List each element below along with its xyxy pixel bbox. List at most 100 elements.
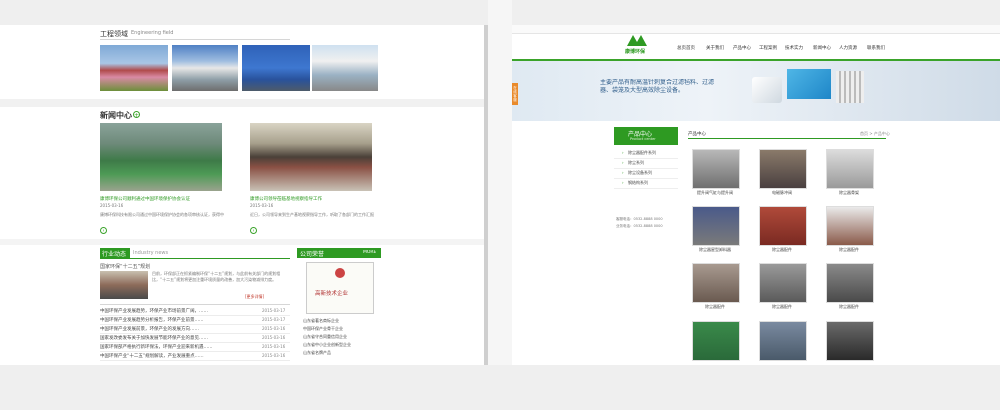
nav-item-1[interactable]: 关于我们: [706, 45, 724, 51]
news-summary-1: 康博环保科技有限公司通过中国环境保护协会的各项审核认证，获得中国环保产品认证证书…: [100, 212, 224, 217]
industry-list-item[interactable]: 国家环保部严格执行新环保法，环保产业迎来新机遇……: [100, 344, 250, 350]
nav-item-3[interactable]: 工程案例: [759, 45, 777, 51]
engineering-photo-1[interactable]: [100, 45, 168, 91]
banner-filter-blue: [787, 69, 831, 99]
left-scrollbar[interactable]: [484, 25, 488, 365]
industry-list-date: 2015-03-16: [262, 335, 286, 340]
product-thumb[interactable]: [759, 206, 807, 246]
arrow-right-icon: ›: [622, 170, 624, 175]
industry-title-tab[interactable]: 行业动态: [100, 248, 130, 258]
news-photo-1[interactable]: [100, 123, 222, 191]
nav-item-6[interactable]: 人力资源: [839, 45, 857, 51]
nav-item-4[interactable]: 技术实力: [785, 45, 803, 51]
product-caption[interactable]: 除尘器骨架: [822, 190, 876, 196]
nav-item-0[interactable]: 总页首页: [677, 45, 695, 51]
engineering-subtitle: Engineering field: [131, 30, 174, 36]
industry-feature-text: 目前，环保部正在抓紧编制环保“十二五”规划，与此前有关部门的规划相比，“十二五”…: [152, 271, 281, 282]
logo-icon[interactable]: [625, 33, 649, 47]
industry-list-divider: [100, 342, 290, 343]
sidebar-item-2[interactable]: › 除尘设备系列: [614, 169, 678, 179]
plus-circle-icon[interactable]: +: [133, 111, 140, 119]
honor-list-item[interactable]: 中国环保产业骨干企业: [303, 326, 381, 332]
news-headline-2[interactable]: 康博公司领导莅临基地视察指导工作: [250, 196, 380, 202]
news-title: 新闻中心: [100, 111, 132, 120]
arrow-right-icon: ›: [622, 160, 624, 165]
sidebar-item-label: 除尘系列: [628, 160, 644, 165]
product-caption[interactable]: 提升阀气缸与提升阀: [688, 190, 742, 196]
product-caption[interactable]: 除尘器配件: [688, 304, 742, 310]
industry-list-item[interactable]: 中国环保产业发展前景，环保产业的发展方向……: [100, 326, 250, 332]
content-title: 产品中心: [688, 132, 706, 137]
sidebar-item-label: 除尘器配件系列: [628, 150, 656, 155]
engineering-photo-2[interactable]: [172, 45, 238, 91]
nav-item-2[interactable]: 产品中心: [733, 45, 751, 51]
industry-list-item[interactable]: 中国环保产业发展趋势，环保产业市场前景广阔，……: [100, 308, 250, 314]
industry-list-date: 2015-03-16: [262, 326, 286, 331]
banner-text: 主要产品有耐高温针刺复合过滤毡料、过滤器、袋笼及大型高效除尘设备。: [600, 79, 715, 94]
news-date-1: 2015-03-16: [100, 203, 124, 208]
industry-feature-title[interactable]: 国家环保“十二五”规划: [100, 263, 150, 270]
sidebar-item-1[interactable]: › 除尘系列: [614, 159, 678, 169]
industry-list-divider: [100, 351, 290, 352]
sidebar-subtitle: Product center: [630, 137, 656, 141]
industry-title: 行业动态: [102, 251, 127, 258]
industry-list-item[interactable]: 中国环保产业发展趋势分析报告，环保产业前景……: [100, 317, 250, 323]
sidebar-item-label: 除尘设备系列: [628, 170, 652, 175]
engineering-photo-4[interactable]: [312, 45, 378, 91]
news-summary-2: 近日，公司领导来到生产基地视察指导工作，听取了各部门的工作汇报并作出重要指示。: [250, 212, 374, 217]
product-thumb[interactable]: [692, 321, 740, 361]
logo-text[interactable]: 康博环保: [625, 48, 645, 55]
banner-bag-filter: [836, 71, 864, 103]
engineering-photo-3[interactable]: [242, 45, 310, 91]
product-thumb[interactable]: [692, 149, 740, 189]
product-thumb[interactable]: [692, 206, 740, 246]
news-more-icon-1[interactable]: ›: [100, 227, 107, 234]
product-caption[interactable]: 除尘器配件: [822, 304, 876, 310]
industry-list-item[interactable]: 中国环保产业“十二五”规划解读，产业发展重点……: [100, 353, 250, 359]
certificate-seal-icon: [335, 268, 345, 278]
honor-list-item[interactable]: 山东省守合同重信用企业: [303, 334, 381, 340]
industry-more-link[interactable]: [更多详情]: [245, 294, 264, 300]
product-caption[interactable]: 除尘器星型卸料器: [688, 247, 742, 253]
honor-list-item[interactable]: 山东省著名商标企业: [303, 318, 381, 324]
product-thumb[interactable]: [826, 206, 874, 246]
product-caption[interactable]: 除尘器配件: [755, 304, 809, 310]
product-caption[interactable]: 电磁脉冲阀: [755, 190, 809, 196]
news-more-icon-2[interactable]: ›: [250, 227, 257, 234]
product-caption[interactable]: 除尘器配件: [755, 247, 809, 253]
product-thumb[interactable]: [826, 321, 874, 361]
product-thumb[interactable]: [759, 149, 807, 189]
honors-title: 公司荣誉: [300, 251, 325, 258]
sidebar-item-3[interactable]: › 钢结构系列: [614, 179, 678, 189]
honors-more-link[interactable]: MORE: [363, 250, 376, 255]
product-caption[interactable]: 除尘器配件: [822, 247, 876, 253]
product-thumb[interactable]: [826, 149, 874, 189]
industry-list-divider: [100, 315, 290, 316]
breadcrumb[interactable]: 首页 > 产品中心: [860, 131, 890, 137]
product-thumb[interactable]: [759, 321, 807, 361]
sidebar-item-0[interactable]: › 除尘器配件系列: [614, 149, 678, 159]
product-thumb[interactable]: [826, 263, 874, 303]
honor-list-item[interactable]: 山东省名牌产品: [303, 350, 381, 356]
section-gap: [0, 99, 484, 107]
honor-certificate[interactable]: 高新技术企业: [306, 262, 374, 314]
news-headline-1[interactable]: 康博环保公司顺利通过中国环境保护协会认证: [100, 196, 230, 202]
industry-list-date: 2015-03-17: [262, 308, 286, 313]
content-divider: [688, 138, 886, 139]
industry-list-item[interactable]: 国家发改委发布关于加快发展节能环保产业的意见……: [100, 335, 250, 341]
sidebar-contact-line: 客服电话：0532-8888 0000: [616, 217, 663, 221]
sidebar-item-label: 钢结构系列: [628, 180, 648, 185]
nav-item-5[interactable]: 新闻中心: [813, 45, 831, 51]
news-photo-2[interactable]: [250, 123, 372, 191]
nav-item-7[interactable]: 联系我们: [867, 45, 885, 51]
news-date-2: 2015-03-16: [250, 203, 274, 208]
side-service-tab[interactable]: 在线客服: [512, 83, 518, 105]
honor-list-item[interactable]: 山东省中小企业创新型企业: [303, 342, 381, 348]
industry-feature-photo[interactable]: [100, 271, 148, 299]
product-thumb[interactable]: [759, 263, 807, 303]
product-thumb[interactable]: [692, 263, 740, 303]
industry-divider: [100, 258, 290, 259]
left-screenshot-panel: 工程领域 Engineering field 新闻中心 + 康博环保公司顺利通过…: [0, 25, 488, 365]
industry-list-date: 2015-03-16: [262, 344, 286, 349]
sidebar-contact-line: 业务电话：0532-8888 0000: [616, 224, 663, 228]
